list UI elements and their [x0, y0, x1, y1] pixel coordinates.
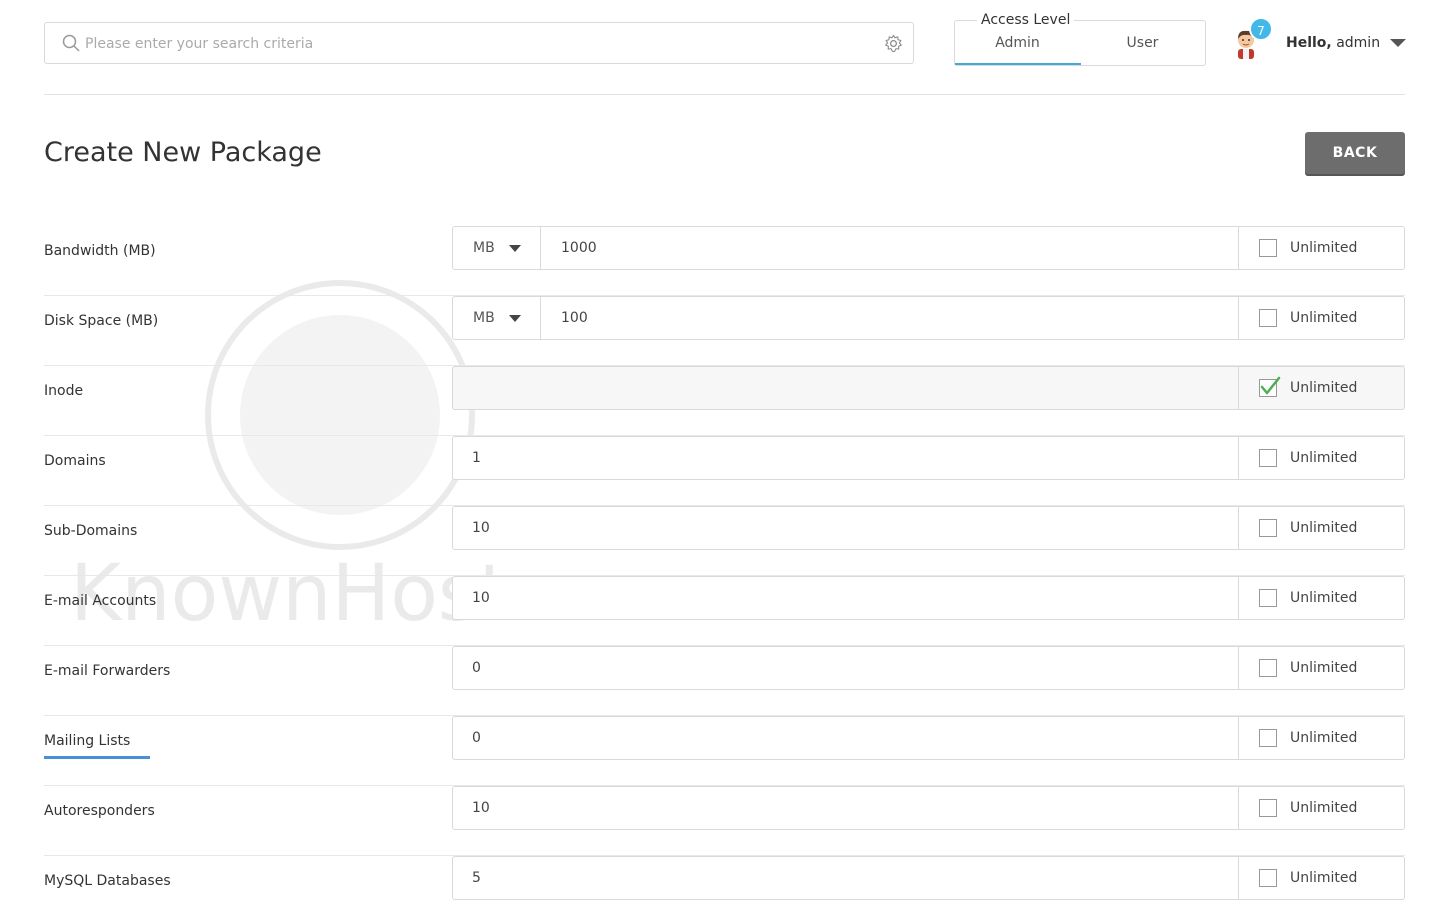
notification-badge[interactable]: 7	[1249, 17, 1273, 41]
unlimited-toggle[interactable]: Unlimited	[1238, 787, 1404, 829]
form-row-inode: Inode Unlimited	[44, 366, 1405, 436]
autoresponders-field: 10 Unlimited	[452, 786, 1405, 830]
form-row-disk-space: Disk Space (MB) MB 100 Unlimited	[44, 296, 1405, 366]
field-label: Autoresponders	[44, 803, 155, 819]
unlimited-checkbox[interactable]	[1259, 309, 1277, 327]
email-accounts-field: 10 Unlimited	[452, 576, 1405, 620]
active-access-indicator	[955, 63, 1081, 65]
form-row-mysql-databases: MySQL Databases 5 Unlimited	[44, 856, 1405, 909]
unlimited-checkbox[interactable]	[1259, 449, 1277, 467]
form-row-email-accounts: E-mail Accounts 10 Unlimited	[44, 576, 1405, 646]
mysql-databases-field: 5 Unlimited	[452, 856, 1405, 900]
caret-down-icon	[509, 245, 521, 252]
unlimited-toggle[interactable]: Unlimited	[1238, 437, 1404, 479]
mysql-databases-input[interactable]: 5	[472, 857, 481, 899]
unlimited-label: Unlimited	[1290, 240, 1358, 256]
form-row-email-forwarders: E-mail Forwarders 0 Unlimited	[44, 646, 1405, 716]
unlimited-label: Unlimited	[1290, 660, 1358, 676]
unlimited-checkbox[interactable]	[1259, 799, 1277, 817]
unlimited-toggle[interactable]: Unlimited	[1238, 507, 1404, 549]
form-row-mailing-lists: Mailing Lists 0 Unlimited	[44, 716, 1405, 786]
unit-select-value: MB	[473, 310, 495, 326]
unlimited-label: Unlimited	[1290, 380, 1358, 396]
unlimited-label: Unlimited	[1290, 520, 1358, 536]
field-label: Inode	[44, 383, 84, 399]
unlimited-toggle[interactable]: Unlimited	[1238, 857, 1404, 899]
top-bar: Access Level Admin User 7 Hello, admin	[44, 0, 1406, 95]
unlimited-label: Unlimited	[1290, 870, 1358, 886]
unlimited-toggle[interactable]: Unlimited	[1238, 647, 1404, 689]
unlimited-label: Unlimited	[1290, 450, 1358, 466]
unlimited-label: Unlimited	[1290, 590, 1358, 606]
access-level-title: Access Level	[977, 9, 1075, 31]
form-row-domains: Domains 1 Unlimited	[44, 436, 1405, 506]
form-row-bandwidth: Bandwidth (MB) MB 1000 Unlimited	[44, 226, 1405, 296]
gear-icon[interactable]	[884, 34, 903, 53]
access-option-admin[interactable]: Admin	[955, 31, 1080, 55]
back-button[interactable]: BACK	[1305, 132, 1405, 174]
greeting-text: Hello,	[1286, 35, 1332, 51]
field-label: MySQL Databases	[44, 873, 171, 889]
disk-space-field: MB 100 Unlimited	[452, 296, 1405, 340]
unlimited-checkbox[interactable]	[1259, 729, 1277, 747]
mailing-lists-field: 0 Unlimited	[452, 716, 1405, 760]
user-menu-chevron-down-icon[interactable]	[1390, 39, 1406, 47]
sub-domains-input[interactable]: 10	[472, 507, 490, 549]
domains-input[interactable]: 1	[472, 437, 481, 479]
unlimited-checkbox[interactable]	[1259, 239, 1277, 257]
field-label: E-mail Accounts	[44, 593, 157, 609]
bandwidth-field: MB 1000 Unlimited	[452, 226, 1405, 270]
label-highlight	[44, 756, 150, 759]
field-label: Bandwidth (MB)	[44, 243, 156, 259]
field-label: Mailing Lists	[44, 733, 131, 749]
unit-select[interactable]: MB	[453, 297, 541, 339]
unlimited-checkbox[interactable]	[1259, 659, 1277, 677]
search-box[interactable]	[44, 22, 914, 64]
form-row-sub-domains: Sub-Domains 10 Unlimited	[44, 506, 1405, 576]
unit-select[interactable]: MB	[453, 227, 541, 269]
field-label: Disk Space (MB)	[44, 313, 159, 329]
search-input[interactable]	[83, 29, 867, 59]
unlimited-checkbox-checked[interactable]	[1259, 376, 1281, 397]
email-forwarders-field: 0 Unlimited	[452, 646, 1405, 690]
sub-domains-field: 10 Unlimited	[452, 506, 1405, 550]
unlimited-checkbox[interactable]	[1259, 589, 1277, 607]
unit-select-value: MB	[473, 240, 495, 256]
bandwidth-input[interactable]: 1000	[561, 227, 597, 269]
unlimited-toggle[interactable]: Unlimited	[1238, 297, 1404, 339]
unlimited-label: Unlimited	[1290, 730, 1358, 746]
access-option-user[interactable]: User	[1080, 31, 1205, 55]
field-label: E-mail Forwarders	[44, 663, 171, 679]
inode-field: Unlimited	[452, 366, 1405, 410]
unlimited-label: Unlimited	[1290, 800, 1358, 816]
unlimited-toggle[interactable]: Unlimited	[1238, 227, 1404, 269]
user-greeting[interactable]: Hello, admin	[1286, 33, 1380, 53]
mailing-lists-input[interactable]: 0	[472, 717, 481, 759]
caret-down-icon	[509, 315, 521, 322]
disk-space-input[interactable]: 100	[561, 297, 588, 339]
unlimited-label: Unlimited	[1290, 310, 1358, 326]
email-forwarders-input[interactable]: 0	[472, 647, 481, 689]
checkmark-icon	[1260, 376, 1281, 395]
unlimited-toggle[interactable]: Unlimited	[1238, 577, 1404, 619]
autoresponders-input[interactable]: 10	[472, 787, 490, 829]
domains-field: 1 Unlimited	[452, 436, 1405, 480]
unlimited-toggle[interactable]: Unlimited	[1238, 367, 1404, 409]
unlimited-toggle[interactable]: Unlimited	[1238, 717, 1404, 759]
unlimited-checkbox[interactable]	[1259, 869, 1277, 887]
form-row-autoresponders: Autoresponders 10 Unlimited	[44, 786, 1405, 856]
field-label: Domains	[44, 453, 106, 469]
access-level-switch: Access Level Admin User	[954, 9, 1206, 66]
user-name: admin	[1336, 35, 1381, 51]
unlimited-checkbox[interactable]	[1259, 519, 1277, 537]
search-icon	[62, 34, 80, 52]
field-label: Sub-Domains	[44, 523, 138, 539]
page-title: Create New Package	[44, 137, 322, 168]
email-accounts-input[interactable]: 10	[472, 577, 490, 619]
